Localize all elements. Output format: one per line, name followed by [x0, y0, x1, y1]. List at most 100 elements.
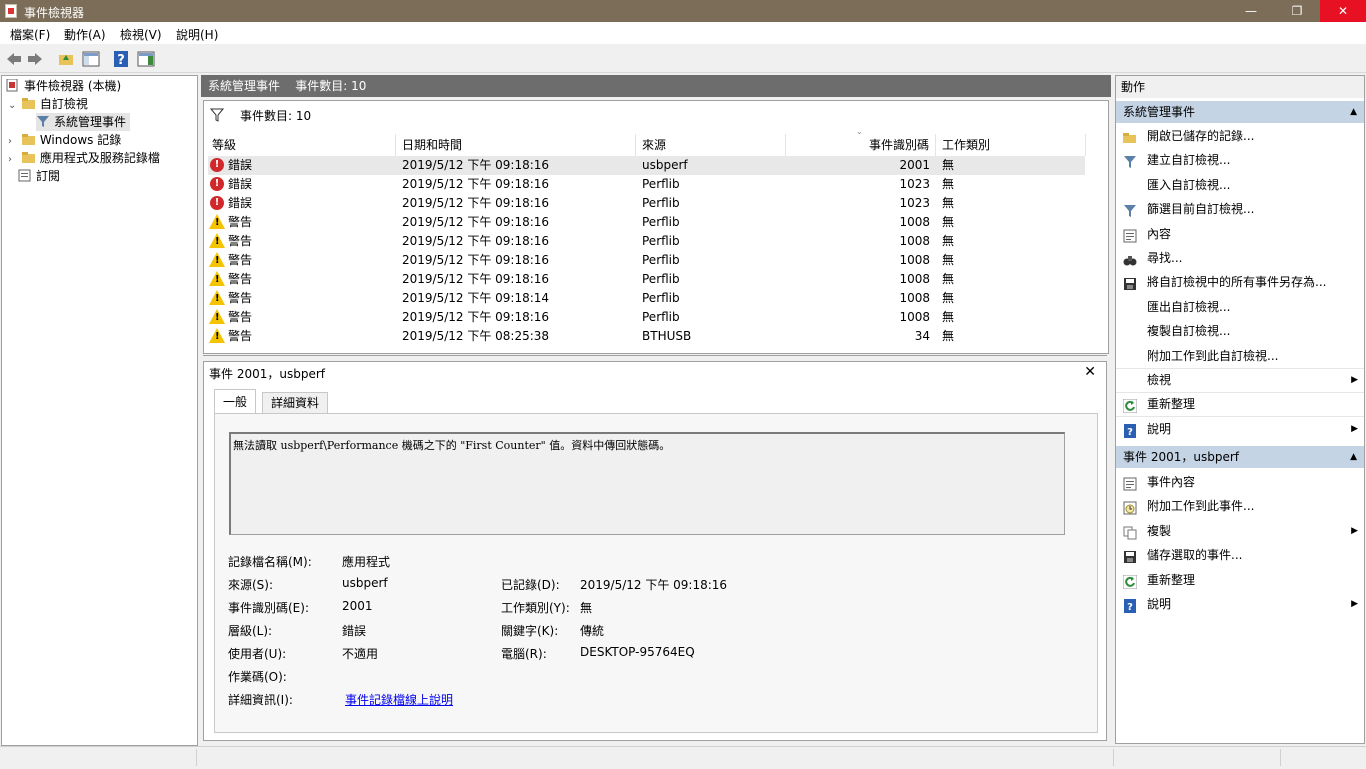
action-item[interactable]: 內容 [1116, 222, 1364, 246]
column-header-task-category[interactable]: 工作類別 [936, 134, 1086, 156]
action-item[interactable]: 檢視 ▶ [1116, 368, 1364, 393]
action-item[interactable]: 匯出自訂檢視... [1116, 295, 1364, 319]
event-message-box[interactable]: 無法讀取 usbperf\Performance 機碼之下的 "First Co… [229, 432, 1065, 535]
action-item[interactable]: 複製 ▶ [1116, 519, 1364, 543]
event-id-cell: 1008 [899, 215, 930, 229]
task-category-label: 工作類別(Y): [501, 601, 570, 615]
event-row[interactable]: 警告 2019/5/12 下午 09:18:16 Perflib 1008 無 [208, 270, 1085, 289]
event-viewer-app-icon [5, 4, 17, 18]
menu-file[interactable]: 檔案(F) [10, 26, 50, 43]
action-item[interactable]: 建立自訂檢視... [1116, 148, 1364, 172]
action-item[interactable]: ? 說明 ▶ [1116, 592, 1364, 616]
datetime-cell: 2019/5/12 下午 09:18:16 [402, 215, 550, 229]
action-item[interactable]: 附加工作到此自訂檢視... [1116, 344, 1364, 369]
column-header-event-id[interactable]: 事件識別碼 [786, 134, 936, 156]
task-category-cell: 無 [942, 272, 955, 286]
tab-details[interactable]: 詳細資料 [262, 392, 329, 414]
help-icon[interactable]: ? [112, 50, 130, 68]
event-id-value: 2001 [342, 599, 373, 613]
action-label: 重新整理 [1147, 572, 1196, 587]
forward-arrow-icon[interactable] [26, 50, 44, 68]
refresh-icon [1122, 397, 1138, 414]
source-cell: usbperf [642, 158, 688, 172]
event-row[interactable]: ! 錯誤 2019/5/12 下午 09:18:16 Perflib 1023 無 [208, 194, 1085, 213]
task-category-cell: 無 [942, 215, 955, 229]
folder-icon [21, 134, 35, 145]
toolbar [0, 44, 1366, 73]
event-row[interactable]: 警告 2019/5/12 下午 09:18:14 Perflib 1008 無 [208, 289, 1085, 308]
maximize-button[interactable]: ❐ [1274, 0, 1320, 22]
log-name-label: 記錄檔名稱(M): [228, 555, 312, 569]
opcode-label: 作業碼(O): [228, 670, 287, 684]
collapse-triangle-icon[interactable]: ▲ [1350, 101, 1357, 123]
source-cell: Perflib [642, 177, 680, 191]
save-icon [1123, 548, 1137, 564]
close-button[interactable]: ✕ [1320, 0, 1366, 22]
event-row[interactable]: 警告 2019/5/12 下午 09:18:16 Perflib 1008 無 [208, 251, 1085, 270]
tree-item-subscriptions[interactable]: 訂閱 [18, 167, 60, 185]
tab-general[interactable]: 一般 [214, 389, 257, 414]
action-item[interactable]: 開啟已儲存的記錄... [1116, 124, 1364, 148]
tree-item-app-service-logs[interactable]: › 應用程式及服務記錄檔 [8, 149, 160, 167]
action-item[interactable]: 將自訂檢視中的所有事件另存為... [1116, 270, 1364, 294]
menu-view[interactable]: 檢視(V) [120, 26, 162, 43]
event-row[interactable]: ! 錯誤 2019/5/12 下午 09:18:16 usbperf 2001 無 [208, 156, 1085, 175]
event-row[interactable]: 警告 2019/5/12 下午 09:18:16 Perflib 1008 無 [208, 232, 1085, 251]
show-hide-action-pane-icon[interactable] [137, 50, 155, 68]
event-id-cell: 1023 [899, 177, 930, 191]
log-name-value: 應用程式 [342, 555, 391, 569]
menu-help[interactable]: 說明(H) [176, 26, 218, 43]
tree-item-custom-views[interactable]: ⌄ 自訂檢視 [8, 95, 88, 113]
menu-action[interactable]: 動作(A) [64, 26, 106, 43]
up-folder-icon[interactable] [57, 50, 75, 68]
close-icon[interactable]: ✕ [1084, 364, 1096, 380]
action-label: 篩選目前自訂檢視... [1147, 202, 1255, 217]
event-row[interactable]: 警告 2019/5/12 下午 08:25:38 BTHUSB 34 無 [208, 327, 1085, 346]
back-arrow-icon[interactable] [5, 50, 23, 68]
tree-label: 系統管理事件 [54, 115, 127, 129]
status-bar [0, 746, 1366, 769]
collapse-chevron-icon[interactable]: ⌄ [8, 97, 18, 115]
level-cell: 錯誤 [228, 177, 253, 191]
task-category-cell: 無 [942, 158, 955, 172]
refresh-icon [1122, 573, 1138, 590]
column-header-source[interactable]: 來源 [636, 134, 786, 156]
action-item[interactable]: 篩選目前自訂檢視... [1116, 197, 1364, 221]
action-item[interactable]: 尋找... [1116, 246, 1364, 270]
svg-text:?: ? [1127, 602, 1133, 613]
collapse-triangle-icon[interactable]: ▲ [1350, 446, 1357, 468]
action-item[interactable]: 重新整理 [1116, 568, 1364, 592]
tree-item-admin-events[interactable]: 系統管理事件 [36, 113, 131, 131]
tree-item-windows-logs[interactable]: › Windows 記錄 [8, 131, 121, 149]
warning-icon [209, 271, 225, 286]
action-item[interactable]: 附加工作到此事件... [1116, 494, 1364, 518]
action-item[interactable]: 儲存選取的事件... [1116, 543, 1364, 567]
event-row[interactable]: ! 錯誤 2019/5/12 下午 09:18:16 Perflib 1023 無 [208, 175, 1085, 194]
task-category-cell: 無 [942, 196, 955, 210]
minimize-button[interactable]: — [1228, 0, 1274, 22]
expand-chevron-icon[interactable]: › [8, 151, 18, 169]
action-label: 儲存選取的事件... [1147, 548, 1243, 563]
show-hide-tree-icon[interactable] [82, 50, 100, 68]
section-header-event[interactable]: 事件 2001，usbperf ▲ [1116, 446, 1364, 468]
action-item[interactable]: 匯入自訂檢視... [1116, 173, 1364, 197]
tree-label: 訂閱 [36, 169, 61, 183]
status-divider [1280, 749, 1281, 766]
column-header-level[interactable]: 等級 [206, 134, 396, 156]
event-row[interactable]: 警告 2019/5/12 下午 09:18:16 Perflib 1008 無 [208, 213, 1085, 232]
action-item[interactable]: ? 說明 ▶ [1116, 417, 1364, 441]
column-header-datetime[interactable]: 日期和時間 [396, 134, 636, 156]
action-label: 說明 [1147, 421, 1172, 436]
source-cell: Perflib [642, 234, 680, 248]
action-item[interactable]: 事件內容 [1116, 470, 1364, 494]
console-tree: 事件檢視器 (本機) ⌄ 自訂檢視 系統管理事件 › Windows 記錄 › … [1, 75, 198, 746]
pane-title: 系統管理事件 事件數目: 10 [208, 79, 367, 93]
online-help-link[interactable]: 事件記錄檔線上說明 [345, 691, 453, 708]
section-header-admin-events[interactable]: 系統管理事件 ▲ [1116, 101, 1364, 123]
action-item[interactable]: 重新整理 [1116, 392, 1364, 418]
event-row[interactable]: 警告 2019/5/12 下午 09:18:16 Perflib 1008 無 [208, 308, 1085, 327]
filter-icon [37, 116, 49, 127]
tree-item-event-viewer-local[interactable]: 事件檢視器 (本機) [6, 77, 121, 95]
submenu-arrow-icon: ▶ [1351, 599, 1358, 609]
action-item[interactable]: 複製自訂檢視... [1116, 319, 1364, 343]
